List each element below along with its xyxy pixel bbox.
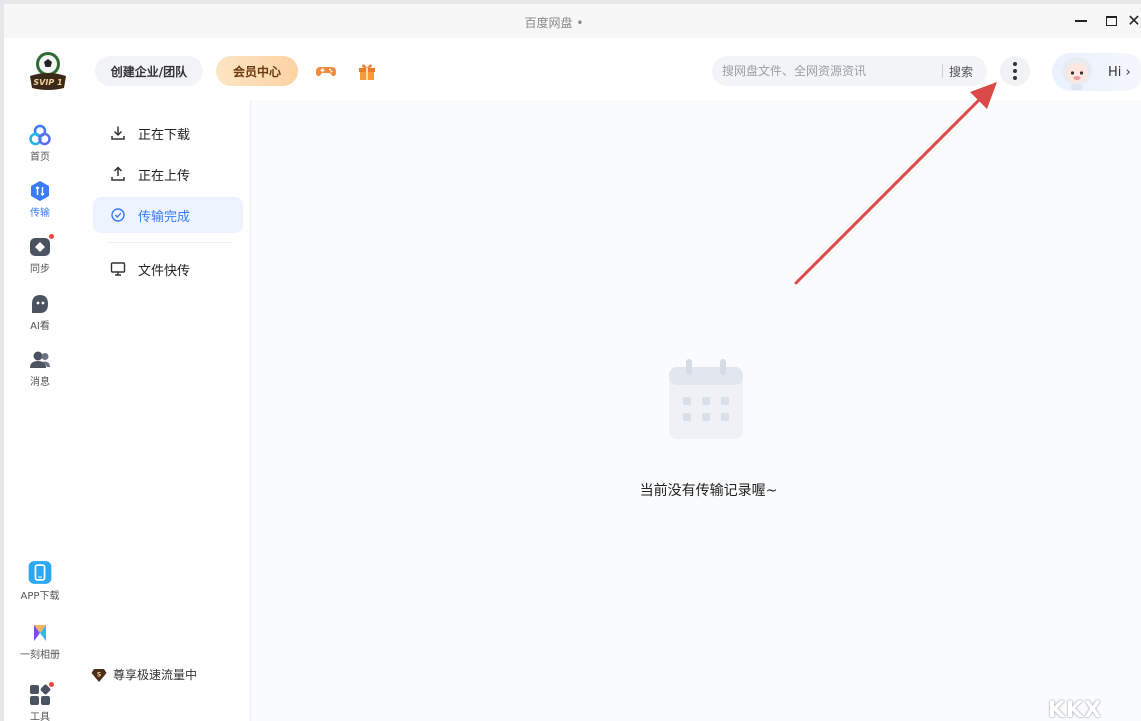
menu-label-downloading: 正在下载	[138, 127, 191, 143]
menu-label-uploading: 正在上传	[138, 168, 191, 184]
top-header: SVIP 1 创建企业/团队 会员中心 搜索	[4, 38, 1141, 100]
transfer-icon	[31, 181, 49, 201]
gift-icon[interactable]	[356, 60, 378, 82]
nav-label-home: 首页	[30, 152, 50, 163]
nav-label-ai: AI看	[30, 321, 50, 332]
speed-status[interactable]: S 尊享极速流量中	[91, 666, 197, 683]
nav-item-sync[interactable]: 同步	[14, 232, 66, 278]
menu-item-completed[interactable]: 传输完成	[93, 197, 243, 233]
close-icon: ✕	[1127, 11, 1141, 30]
left-nav: 首页 传输 同步 AI看 消息 APP下载 一刻相册 工具	[4, 100, 79, 721]
sync-icon-wrap	[29, 233, 55, 258]
transfer-menu: 正在下载 正在上传 传输完成 文件快传 S 尊享极速流量中	[79, 100, 251, 721]
menu-label-completed: 传输完成	[138, 209, 191, 225]
upload-icon	[111, 166, 125, 181]
maximize-icon	[1105, 16, 1117, 26]
tools-icon	[30, 684, 51, 705]
more-options-button[interactable]	[1000, 56, 1030, 86]
speed-label: 尊享极速流量中	[113, 668, 198, 682]
search-input[interactable]	[722, 61, 937, 81]
nav-label-app-download: APP下载	[20, 591, 60, 602]
menu-item-quick-transfer[interactable]: 文件快传	[93, 251, 243, 287]
nav-item-home[interactable]: 首页	[14, 120, 66, 166]
nav-item-tools[interactable]: 工具	[10, 680, 70, 721]
svip-logo-icon: SVIP 1	[30, 52, 66, 90]
search-box: 搜索	[712, 56, 987, 86]
close-button[interactable]: ✕	[1126, 10, 1141, 32]
home-icon	[29, 124, 51, 146]
more-dots-icon	[1013, 62, 1017, 66]
sync-icon	[30, 238, 50, 256]
ai-icon	[32, 295, 48, 313]
avatar	[1062, 57, 1092, 90]
svg-text:S: S	[97, 671, 101, 678]
download-icon	[111, 126, 125, 140]
tools-badge	[48, 681, 55, 688]
maximize-button[interactable]	[1097, 10, 1125, 32]
create-team-button[interactable]: 创建企业/团队	[95, 56, 203, 86]
menu-divider	[107, 242, 233, 243]
check-circle-icon	[111, 208, 125, 222]
diamond-icon: S	[91, 668, 107, 682]
vip-center-button[interactable]: 会员中心	[216, 56, 298, 86]
user-greeting: Hi ›	[1108, 65, 1131, 80]
nav-label-tools: 工具	[30, 712, 50, 721]
user-profile-button[interactable]: Hi ›	[1052, 53, 1141, 91]
watermark: KKX	[1048, 698, 1103, 721]
nav-label-message: 消息	[30, 377, 50, 388]
svip-logo-text: SVIP 1	[33, 78, 62, 87]
nav-item-ai[interactable]: AI看	[14, 289, 66, 335]
nav-label-sync: 同步	[30, 264, 50, 275]
window-title: 百度网盘 •	[524, 16, 584, 30]
minimize-button[interactable]	[1067, 10, 1095, 32]
nav-label-transfer: 传输	[30, 208, 50, 219]
game-icon[interactable]	[315, 60, 337, 82]
empty-message: 当前没有传输记录喔~	[639, 483, 778, 499]
menu-item-downloading[interactable]: 正在下载	[93, 115, 243, 151]
phone-icon	[28, 561, 52, 584]
monitor-icon	[110, 262, 126, 276]
app-window: 百度网盘 • ✕ SVIP 1 创建企业/团队 会员中心 搜网盘文件、全网资源资…	[0, 0, 1141, 721]
nav-item-album[interactable]: 一刻相册	[10, 618, 70, 664]
transfer-content-area: 当前没有传输记录喔~	[251, 100, 1141, 721]
nav-item-app-download[interactable]: APP下载	[10, 556, 70, 602]
nav-item-transfer[interactable]: 传输	[14, 176, 66, 222]
album-icon	[34, 625, 46, 641]
nav-label-album: 一刻相册	[20, 650, 60, 661]
calendar-empty-icon	[669, 359, 743, 439]
svip-logo[interactable]: SVIP 1	[26, 50, 70, 92]
search-button[interactable]: 搜索	[949, 63, 973, 80]
message-icon	[30, 351, 50, 368]
title-bar: 百度网盘 • ✕	[4, 4, 1141, 38]
search-divider	[942, 64, 943, 78]
sync-badge	[48, 233, 55, 240]
menu-item-uploading[interactable]: 正在上传	[93, 156, 243, 192]
menu-label-quick-transfer: 文件快传	[138, 263, 191, 279]
tools-icon-wrap	[29, 681, 55, 706]
minimize-icon	[1075, 20, 1087, 22]
nav-item-message[interactable]: 消息	[14, 345, 66, 391]
